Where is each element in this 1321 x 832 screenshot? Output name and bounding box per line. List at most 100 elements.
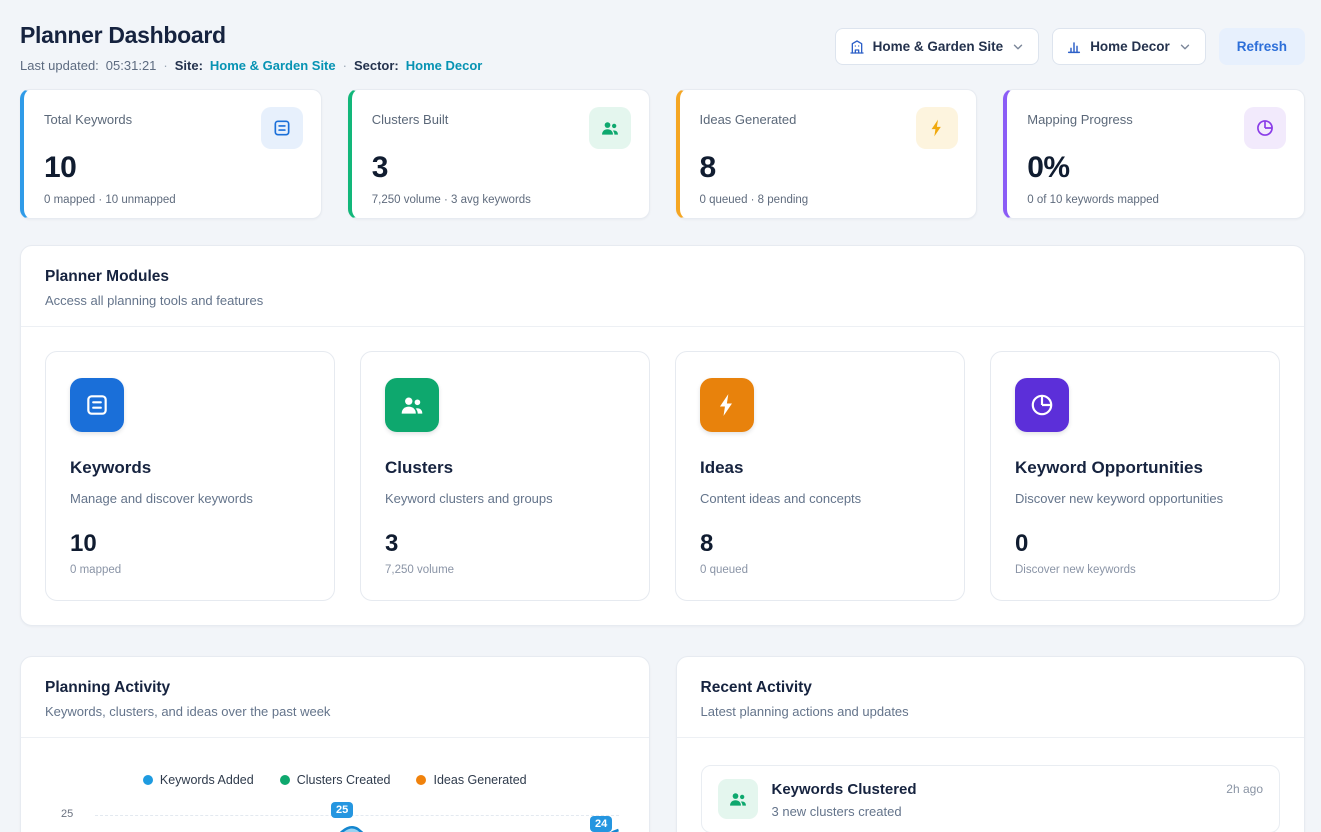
module-description: Discover new keyword opportunities — [1015, 491, 1255, 506]
y-axis-tick: 25 — [61, 808, 73, 820]
users-icon — [718, 779, 758, 819]
planning-activity-header: Planning Activity Keywords, clusters, an… — [21, 657, 649, 738]
chart-legend: Keywords Added Clusters Created Ideas Ge… — [45, 773, 625, 787]
stats-row: Total Keywords 10 0 mapped · 10 unmapped… — [20, 89, 1305, 219]
last-updated-time: 05:31:21 — [106, 58, 157, 73]
topbar-left: Planner Dashboard Last updated: 05:31:21… — [20, 22, 482, 73]
stat-card-ideas-generated: Ideas Generated 8 0 queued · 8 pending — [676, 89, 978, 219]
module-subtext: 0 mapped — [70, 564, 310, 576]
stat-label: Total Keywords — [44, 112, 132, 127]
bottom-row: Planning Activity Keywords, clusters, an… — [20, 656, 1305, 832]
legend-label: Ideas Generated — [433, 773, 526, 787]
lightning-icon — [700, 378, 754, 432]
last-updated-label: Last updated: — [20, 58, 99, 73]
sector-label: Sector: — [354, 58, 399, 73]
stat-card-mapping-progress: Mapping Progress 0% 0 of 10 keywords map… — [1003, 89, 1305, 219]
planning-activity-body: Keywords Added Clusters Created Ideas Ge… — [21, 738, 649, 832]
module-card-clusters[interactable]: Clusters Keyword clusters and groups 3 7… — [360, 351, 650, 601]
module-description: Manage and discover keywords — [70, 491, 310, 506]
sector-selector-dropdown[interactable]: Home Decor — [1052, 28, 1206, 65]
stat-label: Mapping Progress — [1027, 112, 1133, 127]
lightning-icon — [916, 107, 958, 149]
activity-item-keywords-clustered: Keywords Clustered 3 new clusters create… — [701, 765, 1281, 832]
page-title: Planner Dashboard — [20, 22, 482, 49]
module-card-keywords[interactable]: Keywords Manage and discover keywords 10… — [45, 351, 335, 601]
pie-chart-icon — [1244, 107, 1286, 149]
legend-label: Keywords Added — [160, 773, 254, 787]
activity-description: 3 new clusters created — [772, 804, 1213, 819]
planner-modules-panel: Planner Modules Access all planning tool… — [20, 245, 1305, 626]
stat-subtext: 0 mapped · 10 unmapped — [44, 194, 303, 206]
section-subtitle: Latest planning actions and updates — [701, 704, 1281, 719]
module-title: Ideas — [700, 458, 940, 478]
module-subtext: 7,250 volume — [385, 564, 625, 576]
module-subtext: 0 queued — [700, 564, 940, 576]
section-subtitle: Access all planning tools and features — [45, 293, 1280, 308]
site-selector-label: Home & Garden Site — [873, 39, 1004, 54]
legend-dot-icon — [280, 775, 290, 785]
activity-timestamp: 2h ago — [1226, 782, 1263, 796]
stat-label: Ideas Generated — [700, 112, 797, 127]
site-selector-dropdown[interactable]: Home & Garden Site — [835, 28, 1040, 65]
chevron-down-icon — [1011, 40, 1025, 54]
planning-activity-chart: 25 25 24 — [45, 799, 625, 832]
data-point-label: 25 — [331, 802, 353, 818]
stat-subtext: 0 of 10 keywords mapped — [1027, 194, 1286, 206]
module-value: 3 — [385, 530, 625, 558]
refresh-button[interactable]: Refresh — [1219, 28, 1305, 65]
module-subtext: Discover new keywords — [1015, 564, 1255, 576]
document-icon — [70, 378, 124, 432]
stat-value: 10 — [44, 151, 303, 185]
site-link[interactable]: Home & Garden Site — [210, 58, 336, 73]
section-title: Planning Activity — [45, 679, 625, 697]
meta-separator: · — [163, 58, 167, 73]
activity-title: Keywords Clustered — [772, 781, 1213, 798]
users-icon — [385, 378, 439, 432]
section-subtitle: Keywords, clusters, and ideas over the p… — [45, 704, 625, 719]
legend-item-ideas-generated[interactable]: Ideas Generated — [416, 773, 526, 787]
legend-item-clusters-created[interactable]: Clusters Created — [280, 773, 391, 787]
topbar: Planner Dashboard Last updated: 05:31:21… — [20, 22, 1305, 73]
recent-activity-body: Keywords Clustered 3 new clusters create… — [677, 738, 1305, 832]
users-icon — [589, 107, 631, 149]
bar-chart-icon — [1066, 39, 1082, 55]
stat-value: 8 — [700, 151, 959, 185]
recent-activity-panel: Recent Activity Latest planning actions … — [676, 656, 1306, 832]
meta-separator: · — [343, 58, 347, 73]
section-title: Planner Modules — [45, 268, 1280, 286]
stat-value: 0% — [1027, 151, 1286, 185]
planner-dashboard-page: Planner Dashboard Last updated: 05:31:21… — [0, 0, 1321, 832]
module-description: Keyword clusters and groups — [385, 491, 625, 506]
legend-dot-icon — [143, 775, 153, 785]
module-description: Content ideas and concepts — [700, 491, 940, 506]
stat-card-clusters-built: Clusters Built 3 7,250 volume · 3 avg ke… — [348, 89, 650, 219]
document-icon — [261, 107, 303, 149]
planning-activity-panel: Planning Activity Keywords, clusters, an… — [20, 656, 650, 832]
legend-label: Clusters Created — [297, 773, 391, 787]
meta-line: Last updated: 05:31:21 · Site: Home & Ga… — [20, 58, 482, 73]
stat-subtext: 7,250 volume · 3 avg keywords — [372, 194, 631, 206]
section-title: Recent Activity — [701, 679, 1281, 697]
module-card-keyword-opportunities[interactable]: Keyword Opportunities Discover new keywo… — [990, 351, 1280, 601]
topbar-controls: Home & Garden Site Home Decor Refresh — [835, 28, 1305, 65]
legend-dot-icon — [416, 775, 426, 785]
legend-item-keywords-added[interactable]: Keywords Added — [143, 773, 254, 787]
module-card-ideas[interactable]: Ideas Content ideas and concepts 8 0 que… — [675, 351, 965, 601]
recent-activity-header: Recent Activity Latest planning actions … — [677, 657, 1305, 738]
module-title: Clusters — [385, 458, 625, 478]
area-series-keywords-added — [95, 799, 619, 832]
stat-subtext: 0 queued · 8 pending — [700, 194, 959, 206]
stat-label: Clusters Built — [372, 112, 449, 127]
chevron-down-icon — [1178, 40, 1192, 54]
stat-value: 3 — [372, 151, 631, 185]
modules-grid: Keywords Manage and discover keywords 10… — [21, 327, 1304, 625]
sector-link[interactable]: Home Decor — [406, 58, 483, 73]
data-point-label: 24 — [590, 816, 612, 832]
stat-card-total-keywords: Total Keywords 10 0 mapped · 10 unmapped — [20, 89, 322, 219]
pie-chart-icon — [1015, 378, 1069, 432]
module-title: Keywords — [70, 458, 310, 478]
site-label: Site: — [175, 58, 203, 73]
sector-selector-label: Home Decor — [1090, 39, 1170, 54]
module-value: 8 — [700, 530, 940, 558]
activity-content: Keywords Clustered 3 new clusters create… — [772, 779, 1213, 819]
